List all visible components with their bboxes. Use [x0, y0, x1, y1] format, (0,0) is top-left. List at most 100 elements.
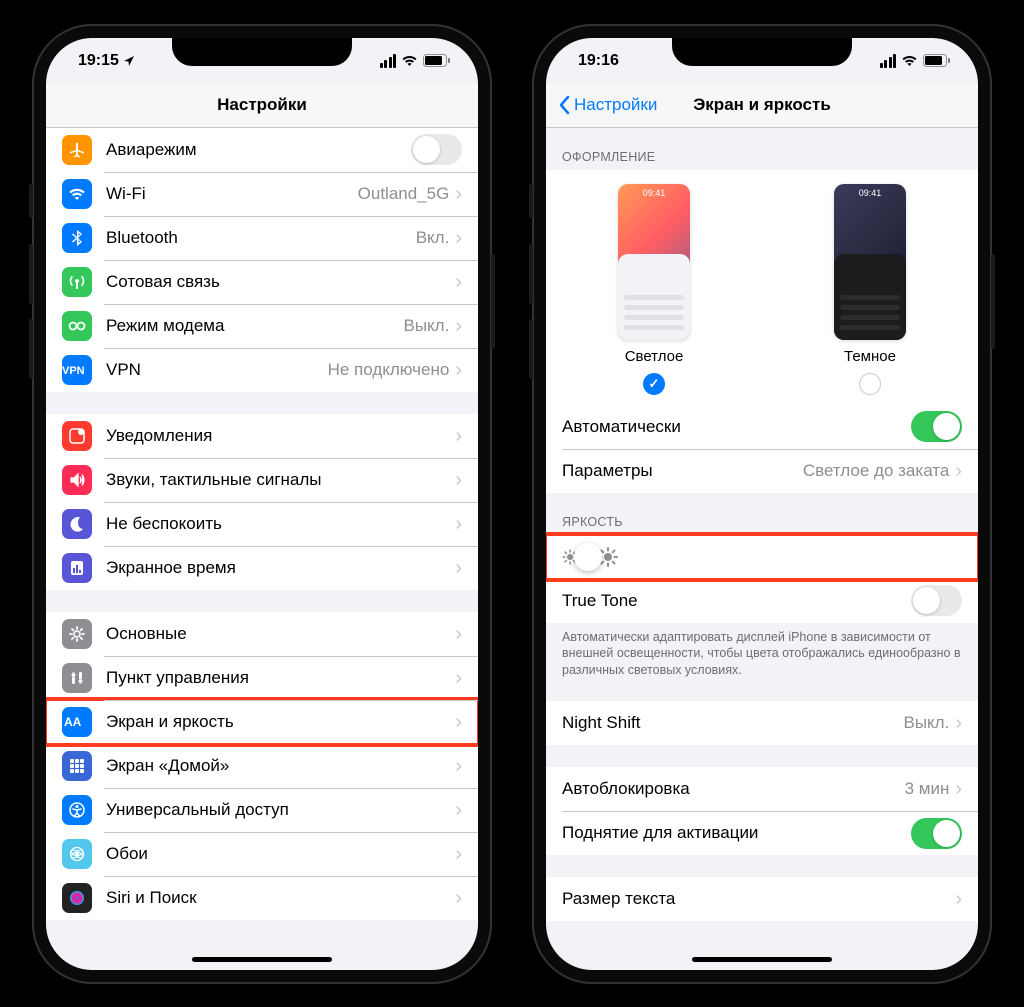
bluetooth-value: Вкл.: [416, 228, 450, 248]
основные-label: Основные: [106, 624, 455, 644]
settings-list[interactable]: АвиарежимWi-FiOutland_5G›BluetoothВкл.›С…: [46, 128, 478, 970]
nav-title: Настройки: [217, 95, 307, 115]
section-appearance-header: ОФОРМЛЕНИЕ: [546, 150, 978, 170]
wi-fi-value: Outland_5G: [358, 184, 450, 204]
truetone-toggle[interactable]: [911, 585, 962, 616]
battery-icon: [923, 54, 950, 67]
autolock-row[interactable]: Автоблокировка 3 мин ›: [546, 767, 978, 811]
уведомления-row[interactable]: Уведомления›: [46, 414, 478, 458]
chevron-right-icon: ›: [455, 712, 462, 732]
экран-и-яркость-label: Экран и яркость: [106, 712, 455, 732]
chevron-right-icon: ›: [455, 360, 462, 380]
appearance-light-option[interactable]: 09:41 Светлое: [618, 184, 690, 395]
экран-домой--label: Экран «Домой»: [106, 756, 455, 776]
chevron-right-icon: ›: [955, 779, 962, 799]
сотовая-связь-label: Сотовая связь: [106, 272, 455, 292]
siri-icon: [62, 883, 92, 913]
antenna-icon: [62, 267, 92, 297]
appearance-dark-label: Темное: [834, 348, 906, 365]
appearance-dark-thumb: 09:41: [834, 184, 906, 340]
raise-row[interactable]: Поднятие для активации: [546, 811, 978, 855]
авиарежим-toggle[interactable]: [411, 134, 462, 165]
chevron-right-icon: ›: [955, 713, 962, 733]
wifi-icon: [901, 55, 918, 67]
экран-и-яркость-row[interactable]: AA Экран и яркость›: [46, 700, 478, 744]
авиарежим-row[interactable]: Авиарежим: [46, 128, 478, 172]
dnd-icon: [62, 509, 92, 539]
nav-bar: Настройки Экран и яркость: [546, 84, 978, 128]
nightshift-value: Выкл.: [903, 713, 949, 733]
уведомления-label: Уведомления: [106, 426, 455, 446]
notif-icon: [62, 421, 92, 451]
signal-icon: [880, 54, 897, 68]
vpn-value: Не подключено: [328, 360, 450, 380]
nav-title: Экран и яркость: [693, 95, 831, 115]
chevron-right-icon: ›: [455, 184, 462, 204]
chevron-right-icon: ›: [455, 228, 462, 248]
phone-left: 19:15 Настройки Авиарежим Wi-FiOutland_5G…: [32, 24, 492, 984]
режим-модема-row[interactable]: Режим модемаВыкл.›: [46, 304, 478, 348]
vpn-label: VPN: [106, 360, 328, 380]
autolock-value: 3 мин: [905, 779, 950, 799]
универсальный-доступ-label: Универсальный доступ: [106, 800, 455, 820]
appearance-light-radio[interactable]: [643, 373, 665, 395]
display-icon: AA: [62, 707, 92, 737]
home-indicator[interactable]: [192, 957, 332, 962]
home-indicator[interactable]: [692, 957, 832, 962]
parameters-row[interactable]: Параметры Светлое до заката ›: [546, 449, 978, 493]
status-time: 19:15: [78, 52, 119, 70]
основные-row[interactable]: Основные›: [46, 612, 478, 656]
не-беспокоить-label: Не беспокоить: [106, 514, 455, 534]
back-button[interactable]: Настройки: [558, 95, 657, 115]
обои-row[interactable]: Обои›: [46, 832, 478, 876]
wi-fi-row[interactable]: Wi-FiOutland_5G›: [46, 172, 478, 216]
режим-модема-value: Выкл.: [403, 316, 449, 336]
back-label: Настройки: [574, 95, 657, 115]
chevron-right-icon: ›: [455, 756, 462, 776]
battery-icon: [423, 54, 450, 67]
airplane-icon: [62, 135, 92, 165]
raise-toggle[interactable]: [911, 818, 962, 849]
appearance-dark-radio[interactable]: [859, 373, 881, 395]
универсальный-доступ-row[interactable]: Универсальный доступ›: [46, 788, 478, 832]
авиарежим-label: Авиарежим: [106, 140, 411, 160]
не-беспокоить-row[interactable]: Не беспокоить›: [46, 502, 478, 546]
raise-label: Поднятие для активации: [562, 823, 911, 843]
appearance-picker: 09:41 Светлое 09:41 Темное: [546, 170, 978, 405]
appearance-dark-option[interactable]: 09:41 Темное: [834, 184, 906, 395]
textsize-row[interactable]: Размер текста ›: [546, 877, 978, 921]
appearance-light-label: Светлое: [618, 348, 690, 365]
bluetooth-icon: [62, 223, 92, 253]
chevron-right-icon: ›: [455, 272, 462, 292]
automatic-row[interactable]: Автоматически: [546, 405, 978, 449]
экран-домой--row[interactable]: Экран «Домой»›: [46, 744, 478, 788]
режим-модема-label: Режим модема: [106, 316, 403, 336]
phone-right: 19:16 Настройки Экран и яркость ОФОРМЛЕН…: [532, 24, 992, 984]
chevron-right-icon: ›: [455, 888, 462, 908]
vpn-row[interactable]: VPNVPNНе подключено›: [46, 348, 478, 392]
autolock-label: Автоблокировка: [562, 779, 905, 799]
siri-и-поиск-label: Siri и Поиск: [106, 888, 455, 908]
automatic-toggle[interactable]: [911, 411, 962, 442]
siri-и-поиск-row[interactable]: Siri и Поиск›: [46, 876, 478, 920]
brightness-slider-row[interactable]: [546, 535, 978, 579]
access-icon: [62, 795, 92, 825]
truetone-label: True Tone: [562, 591, 911, 611]
chevron-right-icon: ›: [455, 844, 462, 864]
display-settings[interactable]: ОФОРМЛЕНИЕ 09:41 Светлое 09:41: [546, 128, 978, 970]
location-icon: [123, 55, 135, 67]
chevron-right-icon: ›: [455, 514, 462, 534]
chevron-right-icon: ›: [455, 668, 462, 688]
экранное-время-row[interactable]: Экранное время›: [46, 546, 478, 590]
section-brightness-header: ЯРКОСТЬ: [546, 515, 978, 535]
svg-text:VPN: VPN: [62, 365, 85, 377]
textsize-label: Размер текста: [562, 889, 955, 909]
svg-text:AA: AA: [64, 715, 82, 729]
truetone-row[interactable]: True Tone: [546, 579, 978, 623]
пункт-управления-row[interactable]: Пункт управления›: [46, 656, 478, 700]
nightshift-row[interactable]: Night Shift Выкл. ›: [546, 701, 978, 745]
bluetooth-row[interactable]: BluetoothВкл.›: [46, 216, 478, 260]
сотовая-связь-row[interactable]: Сотовая связь›: [46, 260, 478, 304]
звуки-тактильные-сигналы-row[interactable]: Звуки, тактильные сигналы›: [46, 458, 478, 502]
nightshift-label: Night Shift: [562, 713, 903, 733]
